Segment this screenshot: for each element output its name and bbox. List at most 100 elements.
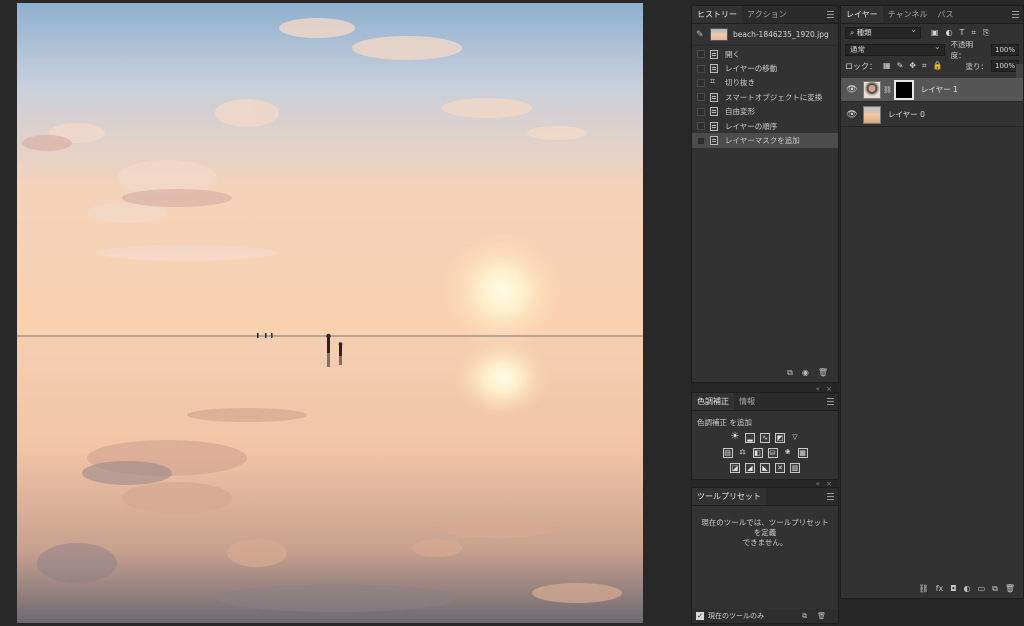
history-item-label: レイヤーの移動 bbox=[725, 64, 778, 74]
layers-tabbar: レイヤー チャンネル パス bbox=[841, 6, 1023, 24]
smart-object-filter-icon[interactable]: ⎘ bbox=[983, 28, 989, 38]
tool-presets-panel: « × ツールプリセット 現在のツールでは、ツールプリセットを定義 できません。… bbox=[691, 480, 839, 624]
fx-icon[interactable]: fx bbox=[936, 584, 944, 594]
link-layers-icon[interactable]: ⛓ bbox=[919, 584, 929, 594]
trash-icon[interactable]: 🗑 bbox=[1005, 584, 1015, 594]
document-icon bbox=[710, 49, 718, 59]
trash-icon[interactable]: 🗑 bbox=[817, 612, 826, 621]
tool-presets-message-line1: 現在のツールでは、ツールプリセットを定義 bbox=[701, 518, 829, 537]
history-item[interactable]: ⌗ 切り抜き bbox=[692, 76, 838, 90]
history-item[interactable]: レイヤーの移動 bbox=[692, 61, 838, 75]
levels-icon[interactable]: ▂ bbox=[745, 433, 755, 443]
history-source-checkbox[interactable] bbox=[697, 93, 705, 102]
lock-position-icon[interactable]: ✥ bbox=[909, 61, 916, 71]
history-item-selected[interactable]: レイヤーマスクを追加 bbox=[692, 133, 838, 148]
collapse-arrows-icon[interactable]: « × bbox=[816, 480, 834, 488]
current-tool-only-checkbox[interactable]: ✓ bbox=[696, 612, 704, 620]
layer-row[interactable]: 👁 ⛓ レイヤー 1 bbox=[841, 78, 1023, 102]
tab-actions[interactable]: アクション bbox=[742, 6, 792, 23]
panel-menu-icon[interactable] bbox=[827, 398, 834, 405]
panel-menu-icon[interactable] bbox=[1012, 11, 1019, 18]
fill-field[interactable]: 100% bbox=[991, 60, 1019, 72]
adjustments-panel: « × 色調補正 情報 色調補正 を追加 ☀ ▂ ∿ ◩ ▽ ▤ ⚖ ◧ ⛁ ❀… bbox=[691, 385, 839, 480]
layer-filter-icons: ▣ ◐ T ⌗ ⎘ bbox=[931, 28, 989, 38]
invert-icon[interactable]: ◪ bbox=[730, 463, 740, 473]
collapse-arrows-icon[interactable]: « × bbox=[816, 385, 834, 393]
blend-mode-select[interactable]: 通常 bbox=[845, 42, 945, 56]
lock-artboard-icon[interactable]: ⌗ bbox=[922, 61, 927, 71]
add-mask-icon[interactable]: ◘ bbox=[950, 584, 956, 594]
folder-icon[interactable]: ▭ bbox=[978, 584, 986, 594]
history-source-checkbox[interactable] bbox=[697, 107, 705, 116]
pixel-filter-icon[interactable]: ▣ bbox=[931, 28, 939, 38]
layer-filter-select[interactable]: ⌕ 種類 bbox=[845, 25, 921, 39]
adjustments-tabbar: 色調補正 情報 bbox=[692, 393, 838, 411]
color-balance-icon[interactable]: ⚖ bbox=[738, 448, 748, 458]
document-canvas[interactable] bbox=[0, 0, 690, 626]
brightness-contrast-icon[interactable]: ☀ bbox=[730, 432, 740, 443]
panel-menu-icon[interactable] bbox=[827, 493, 834, 500]
black-white-icon[interactable]: ◧ bbox=[752, 448, 763, 458]
layer-mask-thumbnail[interactable] bbox=[893, 79, 914, 100]
curves-icon[interactable]: ∿ bbox=[760, 433, 770, 443]
history-source-checkbox[interactable] bbox=[697, 64, 705, 73]
snapshot-filename: beach-1846235_1920.jpg bbox=[733, 30, 829, 39]
vibrance-icon[interactable]: ▽ bbox=[790, 433, 800, 443]
tab-adjustments[interactable]: 色調補正 bbox=[692, 393, 734, 410]
layer-row[interactable]: 👁 レイヤー 0 bbox=[841, 103, 1023, 127]
threshold-icon[interactable]: ◣ bbox=[760, 463, 770, 473]
adjustment-layer-icon[interactable]: ◐ bbox=[964, 584, 971, 594]
panel-menu-icon[interactable] bbox=[827, 11, 834, 18]
trash-icon[interactable]: 🗑 bbox=[818, 368, 828, 378]
history-item[interactable]: スマートオブジェクトに変換 bbox=[692, 90, 838, 104]
adjustment-filter-icon[interactable]: ◐ bbox=[946, 28, 953, 38]
selective-color-icon[interactable]: ✕ bbox=[775, 463, 785, 473]
layers-scrollbar[interactable] bbox=[1016, 64, 1023, 78]
history-item[interactable]: レイヤーの順序 bbox=[692, 119, 838, 133]
camera-icon[interactable]: ◉ bbox=[802, 368, 809, 378]
history-source-checkbox[interactable] bbox=[697, 122, 705, 131]
photo-filter-icon[interactable]: ⛁ bbox=[767, 448, 778, 458]
blend-mode-row: 通常 不透明度： 100% bbox=[841, 40, 1023, 60]
lock-row: ロック： ▦ ✎ ✥ ⌗ 🔒 塗り： 100% bbox=[841, 58, 1023, 74]
history-item[interactable]: 開く bbox=[692, 47, 838, 61]
layer-filter-row: ⌕ 種類 ▣ ◐ T ⌗ ⎘ bbox=[841, 24, 1023, 42]
document-icon bbox=[710, 107, 718, 117]
history-source-checkbox[interactable] bbox=[697, 78, 705, 87]
history-snapshot[interactable]: ✎ beach-1846235_1920.jpg bbox=[692, 24, 838, 46]
new-layer-icon[interactable]: ⧉ bbox=[992, 584, 998, 594]
lock-all-icon[interactable]: 🔒 bbox=[932, 61, 942, 71]
history-list: 開く レイヤーの移動 ⌗ 切り抜き スマートオブジェクトに変換 自由変形 レイヤ… bbox=[692, 46, 838, 148]
posterize-icon[interactable]: ◢ bbox=[745, 463, 755, 473]
history-brush-icon[interactable]: ✎ bbox=[696, 30, 706, 40]
history-source-checkbox[interactable] bbox=[697, 50, 705, 59]
history-item[interactable]: 自由変形 bbox=[692, 105, 838, 119]
eye-icon[interactable]: 👁 bbox=[845, 85, 859, 95]
adjustments-row-1: ☀ ▂ ∿ ◩ ▽ bbox=[692, 432, 838, 443]
tab-channels[interactable]: チャンネル bbox=[883, 6, 933, 23]
history-source-checkbox[interactable] bbox=[697, 136, 705, 145]
history-item-label: 自由変形 bbox=[725, 107, 755, 117]
channel-mixer-icon[interactable]: ❀ bbox=[783, 448, 793, 458]
tab-layers[interactable]: レイヤー bbox=[841, 6, 883, 23]
history-item-label: 切り抜き bbox=[725, 78, 755, 88]
tab-paths[interactable]: パス bbox=[933, 6, 959, 23]
gradient-map-icon[interactable]: ▥ bbox=[790, 463, 800, 473]
type-filter-icon[interactable]: T bbox=[960, 28, 965, 38]
new-document-from-state-icon[interactable]: ⧉ bbox=[787, 368, 793, 378]
shape-filter-icon[interactable]: ⌗ bbox=[971, 28, 976, 38]
layer-name[interactable]: レイヤー 1 bbox=[921, 84, 958, 95]
exposure-icon[interactable]: ◩ bbox=[775, 433, 785, 443]
new-preset-icon[interactable]: ⧉ bbox=[802, 612, 807, 621]
lock-image-icon[interactable]: ✎ bbox=[897, 61, 904, 71]
tab-info[interactable]: 情報 bbox=[734, 393, 760, 410]
tab-history[interactable]: ヒストリー bbox=[692, 6, 742, 23]
opacity-field[interactable]: 100% bbox=[991, 44, 1019, 56]
lock-transparent-icon[interactable]: ▦ bbox=[883, 61, 891, 71]
link-chain-icon[interactable]: ⛓ bbox=[883, 86, 892, 94]
color-lookup-icon[interactable]: ▦ bbox=[797, 448, 808, 458]
tab-tool-presets[interactable]: ツールプリセット bbox=[692, 488, 766, 505]
hue-saturation-icon[interactable]: ▤ bbox=[722, 448, 733, 458]
eye-icon[interactable]: 👁 bbox=[845, 110, 859, 120]
layer-name[interactable]: レイヤー 0 bbox=[888, 109, 925, 120]
